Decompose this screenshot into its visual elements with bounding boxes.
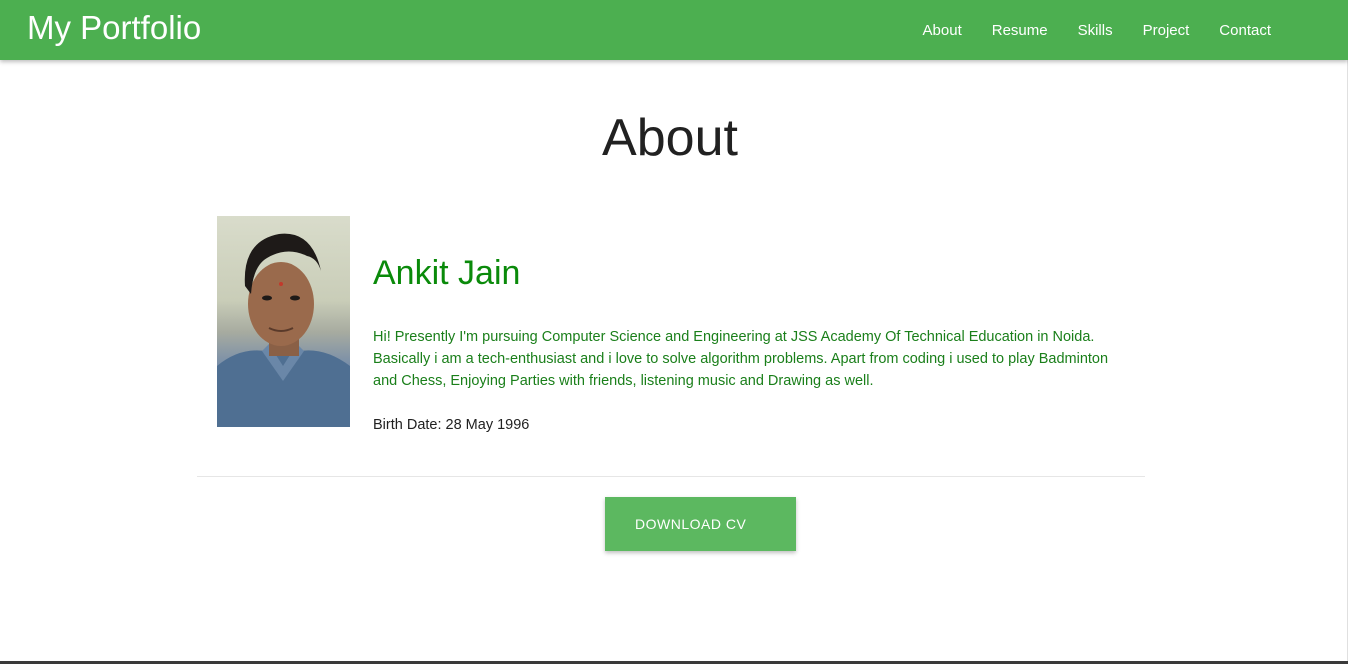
bio-paragraph: Hi! Presently I'm pursuing Computer Scie…: [373, 329, 1109, 389]
profile-photo: [217, 216, 350, 427]
nav-link-resume[interactable]: Resume: [977, 22, 1063, 39]
profile-photo-illustration: [217, 233, 350, 427]
nav-links: About Resume Skills Project Contact: [908, 0, 1286, 60]
section-divider: [197, 476, 1145, 477]
person-name: Ankit Jain: [373, 254, 521, 292]
section-title: About: [602, 109, 738, 167]
download-cv-button[interactable]: DOWNLOAD CV: [605, 497, 796, 551]
nav-link-contact[interactable]: Contact: [1204, 22, 1286, 39]
brand-logo-link[interactable]: My Portfolio: [27, 8, 201, 48]
birth-date: Birth Date: 28 May 1996: [373, 417, 530, 433]
top-navbar: My Portfolio About Resume Skills Project…: [0, 0, 1348, 60]
nav-link-skills[interactable]: Skills: [1063, 22, 1128, 39]
nav-link-about[interactable]: About: [908, 22, 977, 39]
nav-link-project[interactable]: Project: [1128, 22, 1205, 39]
